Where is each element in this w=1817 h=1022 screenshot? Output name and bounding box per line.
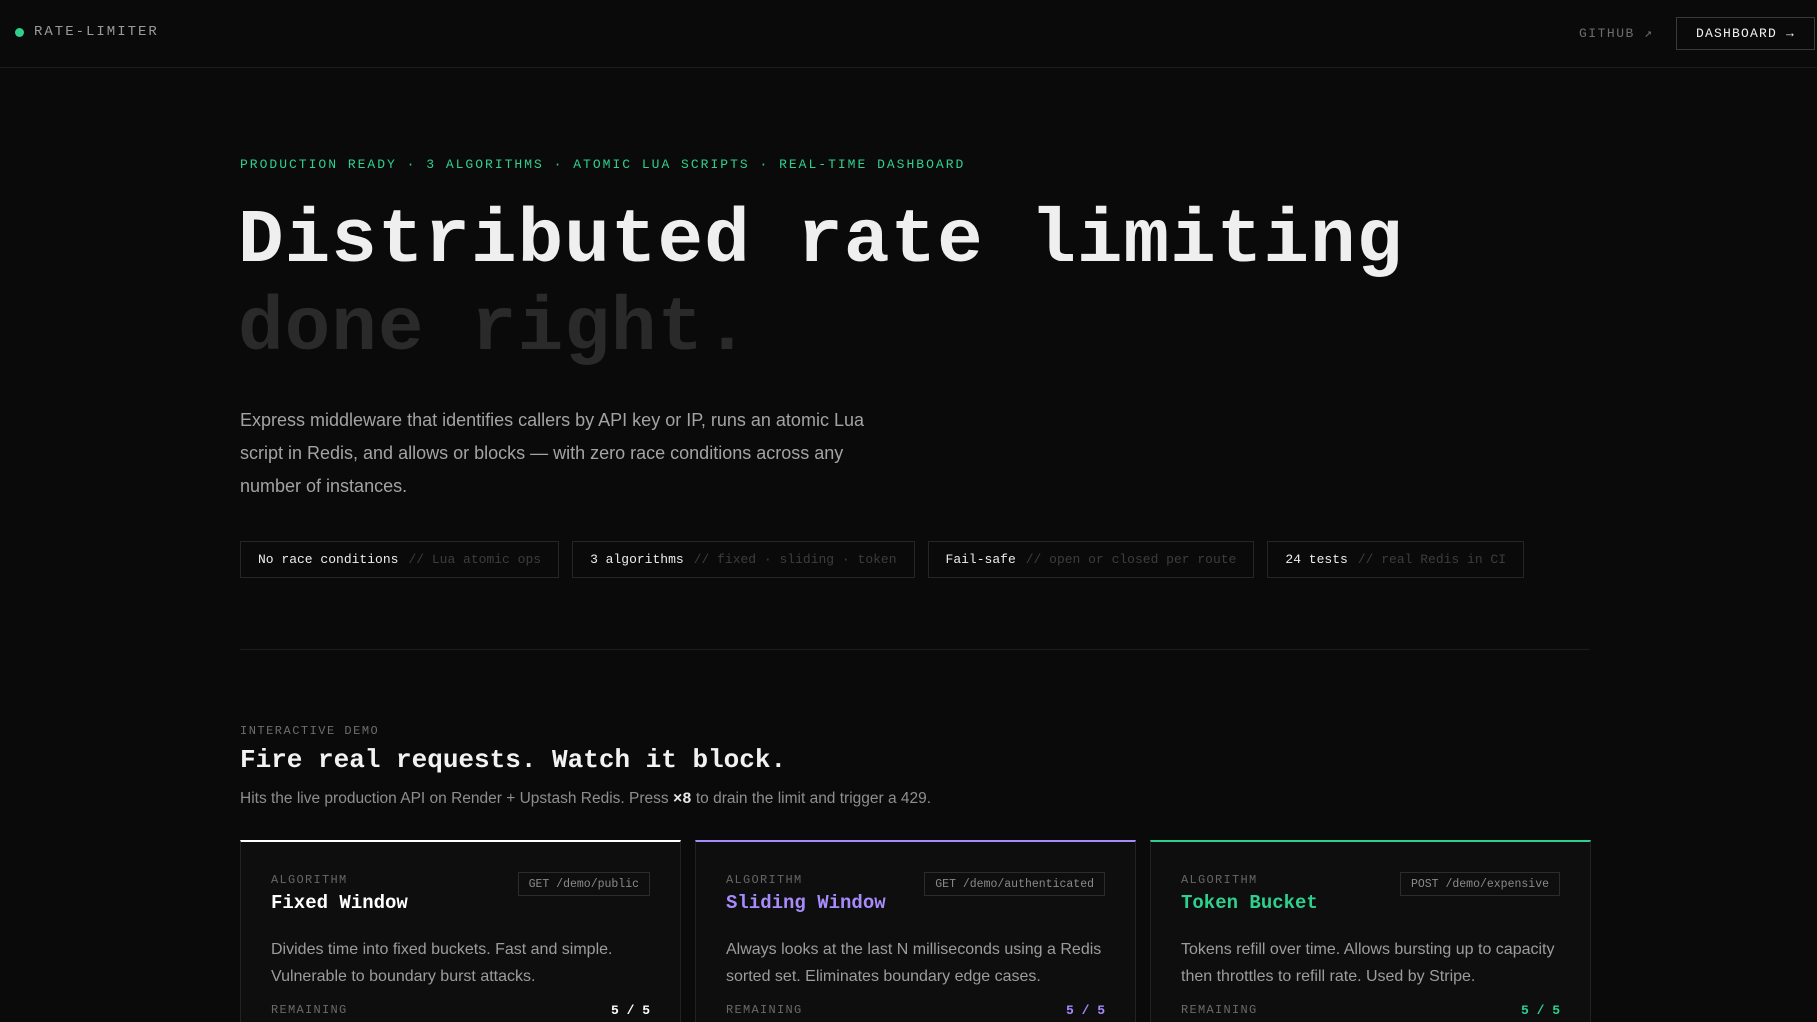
burst-key-hint: ×8 — [672, 790, 692, 808]
chip-note: // open or closed per route — [1025, 552, 1237, 567]
route-badge: POST /demo/expensive — [1399, 872, 1560, 896]
feature-chip: Fail-safe // open or closed per route — [927, 541, 1255, 578]
feature-chip: 24 tests // real Redis in CI — [1267, 541, 1525, 578]
remaining-label: REMAINING — [271, 1003, 348, 1017]
chip-note: // Lua atomic ops — [408, 552, 542, 567]
brand-name: RATE-LIMITER — [34, 24, 159, 40]
chip-note: // fixed · sliding · token — [693, 552, 897, 567]
card-label: ALGORITHM — [726, 873, 803, 887]
algorithm-card-fixed-window: ALGORITHM Fixed Window GET /demo/public … — [240, 840, 681, 1022]
remaining-value: 5 / 5 — [610, 1003, 650, 1018]
card-description: Divides time into fixed buckets. Fast an… — [271, 941, 613, 985]
github-link[interactable]: GITHUB ↗ — [1579, 26, 1653, 41]
hero-description: Express middleware that identifies calle… — [240, 410, 864, 496]
remaining-label: REMAINING — [1181, 1003, 1258, 1017]
feature-chips: No race conditions // Lua atomic ops 3 a… — [240, 541, 1525, 578]
demo-desc-text: Hits the live production API on Render +… — [240, 790, 673, 807]
chip-title: No race conditions — [258, 552, 399, 567]
chip-title: Fail-safe — [945, 552, 1016, 567]
feature-chip: 3 algorithms // fixed · sliding · token — [572, 541, 915, 578]
section-divider — [240, 649, 1590, 650]
dashboard-button[interactable]: DASHBOARD → — [1676, 17, 1815, 50]
route-badge: GET /demo/authenticated — [924, 872, 1105, 896]
remaining-value: 5 / 5 — [1520, 1003, 1560, 1018]
top-nav: RATE-LIMITER GITHUB ↗ DASHBOARD → — [0, 0, 1817, 68]
card-algorithm-name: Token Bucket — [1181, 892, 1318, 914]
card-description: Always looks at the last N milliseconds … — [726, 941, 1102, 985]
card-label: ALGORITHM — [271, 873, 348, 887]
demo-section-description: Hits the live production API on Render +… — [240, 790, 931, 808]
algorithm-card-sliding-window: ALGORITHM Sliding Window GET /demo/authe… — [695, 840, 1136, 1022]
demo-section-label: INTERACTIVE DEMO — [240, 724, 380, 738]
demo-desc-text: to drain the limit and trigger a 429. — [691, 790, 932, 807]
chip-title: 3 algorithms — [590, 552, 684, 567]
hero-subtitle: done right. — [238, 286, 751, 372]
card-description: Tokens refill over time. Allows bursting… — [1181, 941, 1555, 985]
route-badge: GET /demo/public — [517, 872, 650, 896]
card-algorithm-name: Fixed Window — [271, 892, 408, 914]
status-dot-icon — [15, 27, 24, 37]
brand[interactable]: RATE-LIMITER — [15, 24, 159, 40]
remaining-value: 5 / 5 — [1065, 1003, 1105, 1018]
chip-title: 24 tests — [1285, 552, 1348, 567]
chip-note: // real Redis in CI — [1357, 552, 1507, 567]
card-label: ALGORITHM — [1181, 873, 1258, 887]
remaining-label: REMAINING — [726, 1003, 803, 1017]
algorithm-card-token-bucket: ALGORITHM Token Bucket POST /demo/expens… — [1150, 840, 1591, 1022]
hero-title: Distributed rate limiting — [238, 198, 1404, 284]
hero-eyebrow: PRODUCTION READY · 3 ALGORITHMS · ATOMIC… — [240, 157, 966, 172]
card-algorithm-name: Sliding Window — [726, 892, 886, 914]
demo-section-title: Fire real requests. Watch it block. — [240, 745, 787, 775]
feature-chip: No race conditions // Lua atomic ops — [240, 541, 560, 578]
